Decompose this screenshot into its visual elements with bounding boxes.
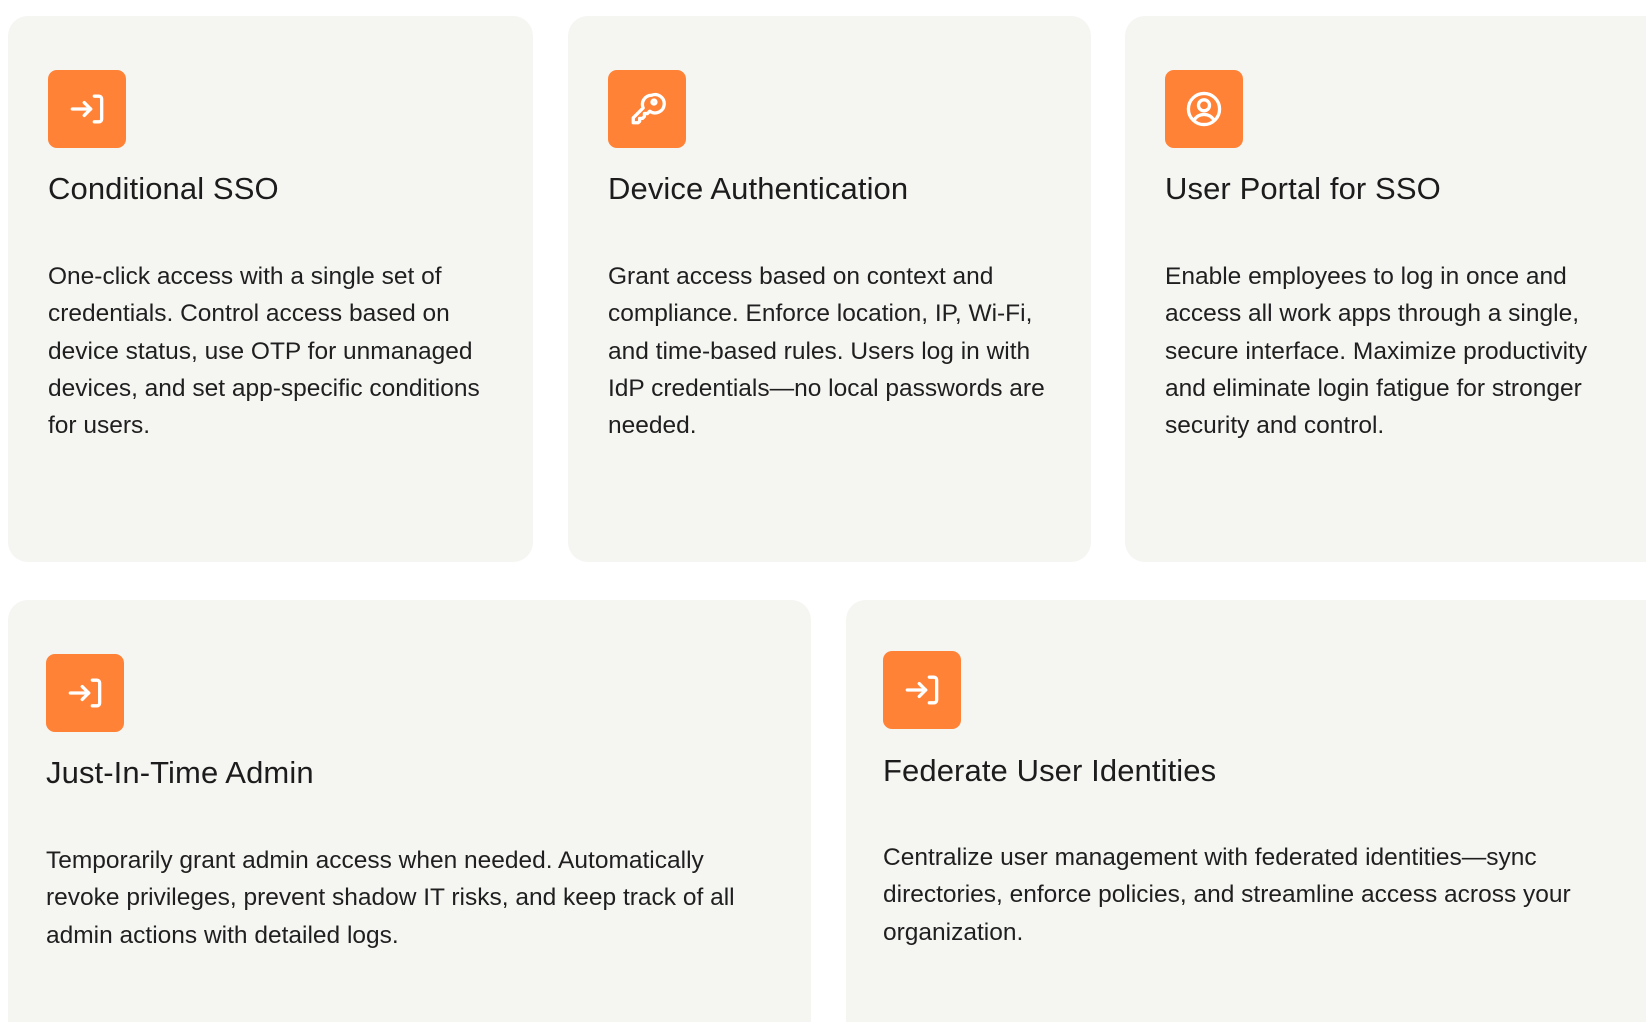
card-description: Temporarily grant admin access when need… bbox=[46, 847, 735, 949]
card-title: Federate User Identities bbox=[883, 753, 1217, 788]
card-description: One-click access with a single set of cr… bbox=[48, 263, 480, 440]
card-title: Conditional SSO bbox=[48, 171, 279, 206]
login-arrow-icon bbox=[883, 651, 961, 729]
login-arrow-icon bbox=[48, 70, 126, 148]
feature-card-user-portal: User Portal for SSO Enable employees to … bbox=[1125, 16, 1646, 562]
login-arrow-icon bbox=[46, 654, 124, 732]
feature-card-device-authentication: Device Authentication Grant access based… bbox=[568, 16, 1091, 562]
feature-card-federate-identities: Federate User Identities Centralize user… bbox=[846, 600, 1646, 1022]
card-description: Enable employees to log in once and acce… bbox=[1165, 263, 1588, 440]
card-title: Just-In-Time Admin bbox=[46, 755, 314, 790]
feature-card-just-in-time-admin: Just-In-Time Admin Temporarily grant adm… bbox=[8, 600, 811, 1022]
card-title: User Portal for SSO bbox=[1165, 171, 1441, 206]
card-description: Grant access based on context and compli… bbox=[608, 263, 1045, 440]
feature-card-conditional-sso: Conditional SSO One-click access with a … bbox=[8, 16, 533, 562]
card-title: Device Authentication bbox=[608, 171, 909, 206]
key-icon bbox=[608, 70, 686, 148]
card-description: Centralize user management with federate… bbox=[883, 844, 1571, 946]
user-circle-icon bbox=[1165, 70, 1243, 148]
